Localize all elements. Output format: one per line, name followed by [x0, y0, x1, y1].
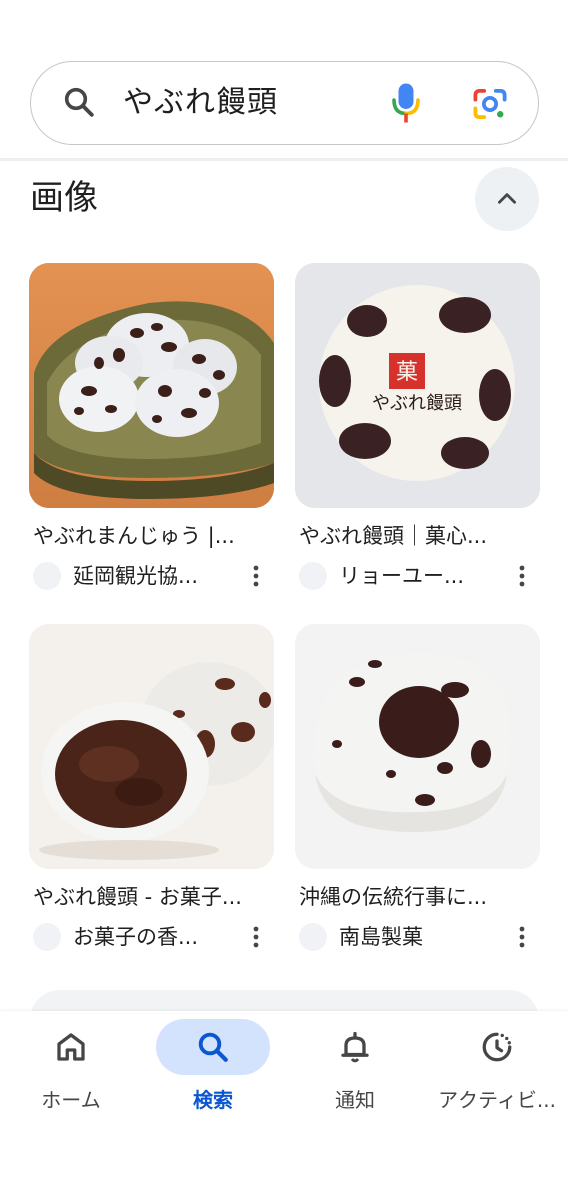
- bottom-navigation: ホーム 検索 通知 アクティビ...: [0, 1011, 568, 1199]
- bell-icon: [341, 1031, 369, 1063]
- chevron-up-icon: [498, 193, 516, 204]
- nav-label: ホーム: [41, 1088, 101, 1112]
- result-thumbnail[interactable]: [29, 624, 274, 869]
- more-vert-icon[interactable]: [249, 925, 263, 949]
- source-favicon: [299, 923, 327, 951]
- stamp-text: やぶれ饅頭: [372, 393, 462, 414]
- search-icon[interactable]: [61, 84, 97, 120]
- result-thumbnail[interactable]: [295, 624, 540, 869]
- result-source[interactable]: 延岡観光協...: [33, 561, 273, 591]
- home-icon: [57, 1033, 85, 1061]
- search-icon: [198, 1032, 228, 1062]
- manju-single-image: [295, 624, 540, 869]
- nav-label: 検索: [193, 1088, 233, 1112]
- header-divider: [0, 158, 568, 161]
- svg-text:菓: 菓: [396, 360, 418, 385]
- source-favicon: [299, 562, 327, 590]
- camera-lens-icon[interactable]: [471, 86, 509, 122]
- source-name: 南島製菓: [339, 925, 423, 949]
- manju-stamp-image: 菓 やぶれ饅頭: [295, 263, 540, 508]
- search-input[interactable]: やぶれ饅頭: [123, 84, 278, 122]
- source-name: お菓子の香...: [73, 925, 199, 949]
- nav-item-search[interactable]: 検索: [142, 1011, 284, 1141]
- result-source[interactable]: 南島製菓: [299, 922, 539, 952]
- more-vert-icon[interactable]: [249, 564, 263, 588]
- source-name: リョーユー...: [339, 564, 465, 588]
- nav-item-notifications[interactable]: 通知: [284, 1011, 426, 1141]
- result-title[interactable]: やぶれ饅頭 - お菓子...: [33, 882, 273, 912]
- result-source[interactable]: リョーユー...: [299, 561, 539, 591]
- section-title: 画像: [30, 178, 98, 218]
- more-vert-icon[interactable]: [515, 564, 529, 588]
- activity-icon: [482, 1032, 512, 1062]
- nav-label: 通知: [335, 1088, 375, 1112]
- result-title[interactable]: やぶれまんじゅう |...: [33, 521, 273, 551]
- manju-cut-image: [29, 624, 274, 869]
- nav-label: アクティビ...: [438, 1088, 556, 1112]
- result-thumbnail[interactable]: 菓 やぶれ饅頭: [295, 263, 540, 508]
- manju-plate-image: [29, 263, 274, 508]
- more-vert-icon[interactable]: [515, 925, 529, 949]
- nav-item-activity[interactable]: アクティビ...: [426, 1011, 568, 1141]
- microphone-icon[interactable]: [391, 82, 421, 124]
- result-title[interactable]: 沖縄の伝統行事に...: [299, 882, 539, 912]
- result-title[interactable]: やぶれ饅頭｜菓心...: [299, 521, 539, 551]
- collapse-button[interactable]: [475, 167, 539, 231]
- search-bar[interactable]: やぶれ饅頭: [30, 61, 539, 145]
- nav-item-home[interactable]: ホーム: [0, 1011, 142, 1141]
- source-favicon: [33, 923, 61, 951]
- result-thumbnail[interactable]: [29, 263, 274, 508]
- source-favicon: [33, 562, 61, 590]
- result-source[interactable]: お菓子の香...: [33, 922, 273, 952]
- source-name: 延岡観光協...: [73, 564, 199, 588]
